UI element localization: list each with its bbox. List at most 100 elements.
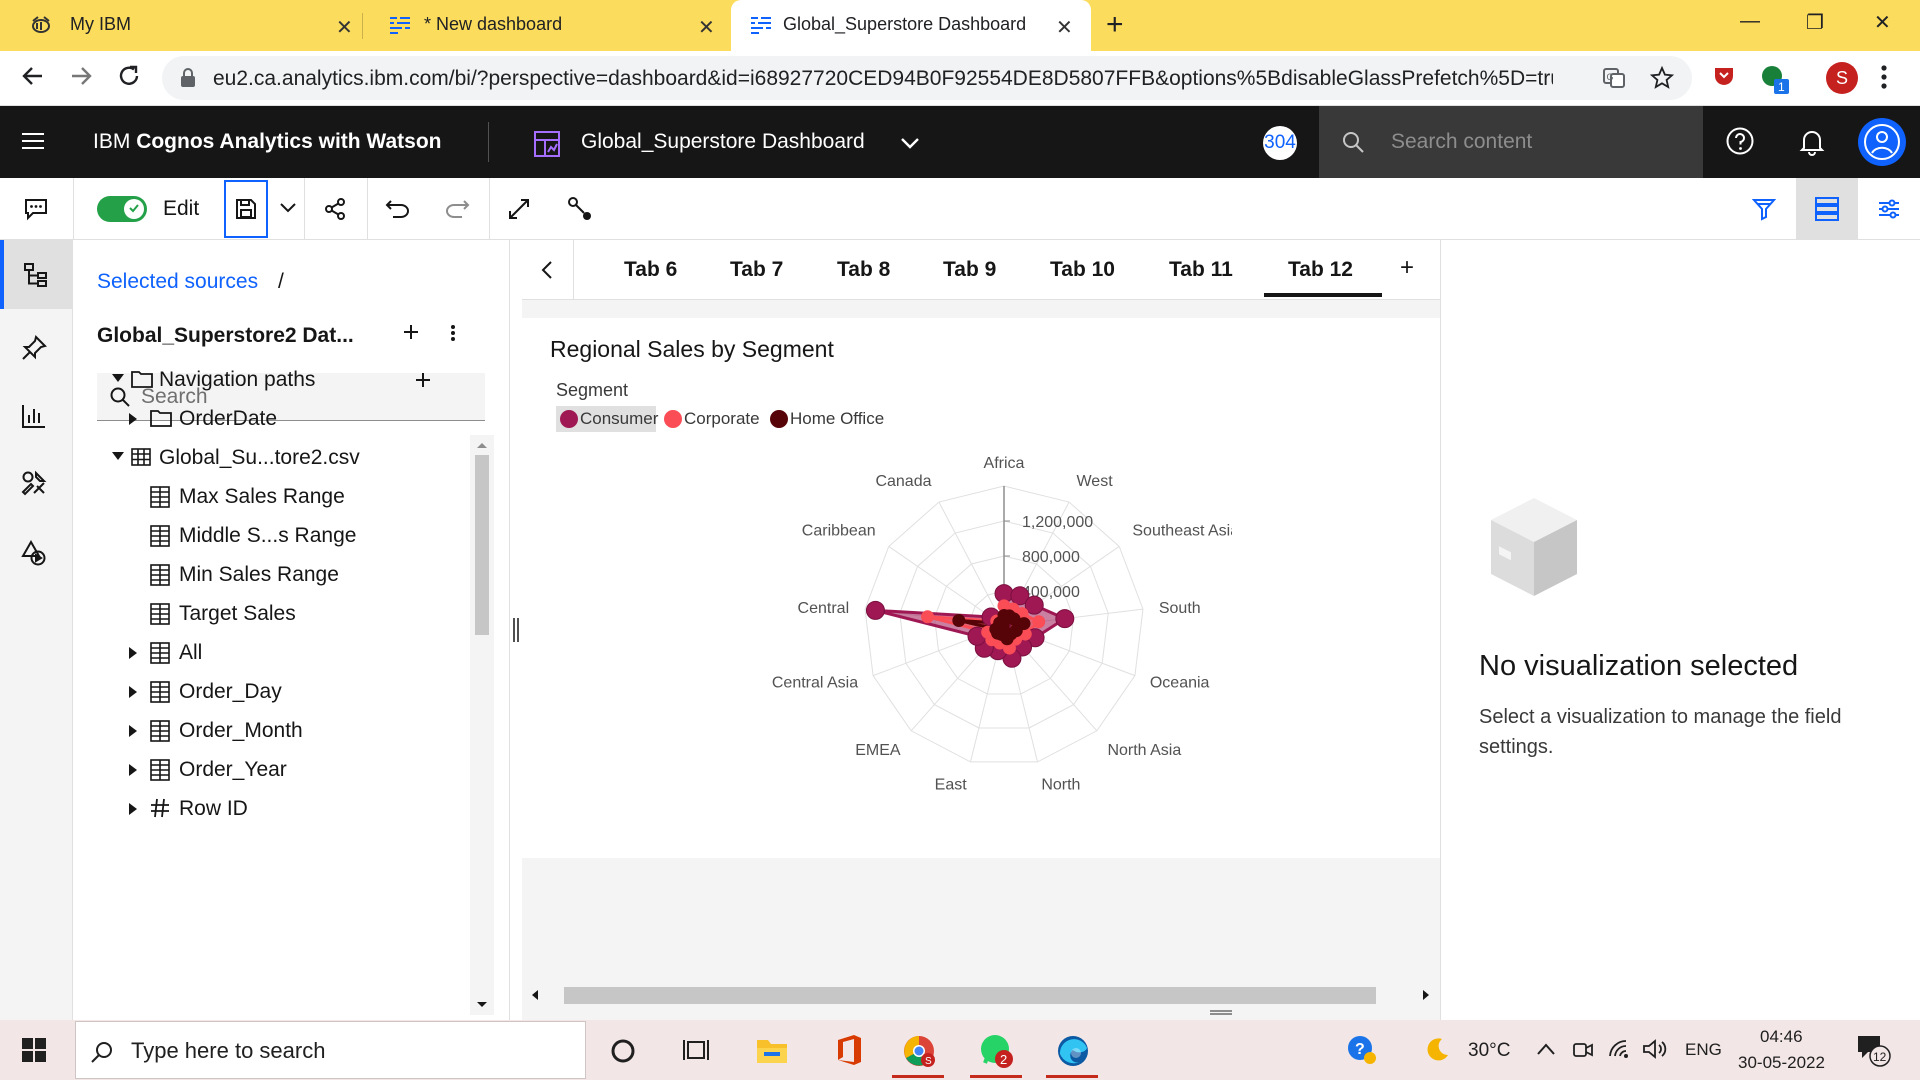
temperature-label[interactable]: 30°C [1468, 1040, 1510, 1062]
tree-item[interactable]: Middle S...s Range [73, 518, 463, 554]
tree-item[interactable]: Global_Su...tore2.csv [73, 440, 463, 476]
tree-scrollbar[interactable] [470, 435, 494, 1015]
radar-chart[interactable]: 400,000800,0001,200,000AfricaWestSouthea… [732, 418, 1232, 838]
wifi-icon[interactable] [1608, 1038, 1632, 1060]
redo-icon[interactable] [444, 199, 470, 219]
reload-icon[interactable] [116, 63, 142, 89]
save-options-chevron-icon[interactable] [279, 202, 297, 214]
close-tab-icon[interactable]: ✕ [1056, 15, 1073, 40]
tree-item[interactable]: Max Sales Range [73, 479, 463, 515]
url-text[interactable]: eu2.ca.analytics.ibm.com/bi/?perspective… [213, 67, 1553, 91]
navigate-path-icon[interactable] [567, 196, 593, 222]
lock-icon[interactable] [180, 68, 196, 88]
tree-item[interactable]: Target Sales [73, 596, 463, 632]
share-icon[interactable] [323, 197, 347, 221]
overflow-menu-icon[interactable] [450, 324, 456, 342]
minimize-icon[interactable]: — [1740, 10, 1760, 33]
help-tray-icon[interactable]: ? [1346, 1034, 1378, 1066]
file-explorer-app[interactable] [744, 1030, 800, 1078]
caret-right-icon[interactable] [128, 685, 138, 699]
add-source-icon[interactable] [403, 324, 419, 340]
close-tab-icon[interactable]: ✕ [336, 15, 353, 40]
tab-7[interactable]: Tab 7 [730, 258, 783, 282]
weather-moon-icon[interactable] [1424, 1036, 1450, 1062]
tab-11[interactable]: Tab 11 [1169, 258, 1233, 282]
caret-down-icon[interactable] [111, 451, 125, 461]
cortana-icon[interactable] [610, 1038, 636, 1064]
user-avatar[interactable] [1858, 118, 1906, 166]
chart-title[interactable]: Regional Sales by Segment [550, 336, 834, 363]
save-button[interactable] [224, 180, 268, 238]
tree-scroll-thumb[interactable] [475, 455, 489, 635]
clock-time[interactable]: 04:46 [1760, 1027, 1803, 1047]
widgets-tools-icon[interactable] [21, 470, 47, 496]
tree-item[interactable]: Navigation paths [73, 362, 463, 398]
clock-date[interactable]: 30-05-2022 [1738, 1053, 1825, 1073]
bottom-resize-grip-icon[interactable] [1210, 1010, 1232, 1015]
caret-down-icon[interactable] [111, 373, 125, 383]
panel-resize-handle[interactable] [513, 618, 519, 642]
tab-8[interactable]: Tab 8 [837, 258, 890, 282]
caret-right-icon[interactable] [128, 724, 138, 738]
browser-tab-my-ibm[interactable]: My IBM ✕ [0, 0, 360, 51]
meet-now-icon[interactable] [1572, 1038, 1594, 1062]
comment-icon[interactable] [24, 197, 48, 221]
notification-count-badge[interactable]: 304 [1263, 126, 1297, 160]
undo-icon[interactable] [385, 199, 411, 219]
action-center-icon[interactable]: 12 [1856, 1034, 1896, 1068]
source-name[interactable]: Global_Superstore2 Dat... [97, 324, 354, 348]
add-navigation-path-icon[interactable] [415, 372, 431, 388]
filter-icon[interactable] [1752, 197, 1776, 221]
taskbar-search-input[interactable] [131, 1036, 551, 1066]
visualizations-icon[interactable] [21, 403, 47, 429]
properties-sliders-icon[interactable] [1877, 197, 1901, 221]
tab-6[interactable]: Tab 6 [624, 258, 677, 282]
canvas-scroll-thumb[interactable] [564, 987, 1376, 1004]
close-tab-icon[interactable]: ✕ [698, 15, 715, 40]
close-window-icon[interactable]: ✕ [1874, 10, 1891, 35]
profile-avatar[interactable]: S [1826, 62, 1858, 94]
caret-right-icon[interactable] [128, 412, 138, 426]
canvas-horizontal-scrollbar[interactable] [522, 982, 1440, 1010]
sources-tab-button[interactable] [0, 240, 73, 309]
bookmark-star-icon[interactable] [1650, 66, 1674, 90]
content-search[interactable]: Search content [1319, 106, 1703, 178]
back-icon[interactable] [20, 63, 46, 89]
chrome-app[interactable]: S [890, 1030, 946, 1078]
shield-extension-icon[interactable] [1712, 64, 1736, 88]
new-tab-button[interactable]: + [1106, 8, 1124, 42]
tree-item[interactable]: Order_Day [73, 674, 463, 710]
browser-tab-new-dashboard[interactable]: * New dashboard ✕ [364, 0, 726, 51]
hamburger-menu-icon[interactable] [22, 132, 44, 150]
windows-start-icon[interactable] [22, 1038, 46, 1062]
tabs-scroll-left-button[interactable] [522, 240, 574, 300]
radar-chart-widget[interactable]: Regional Sales by Segment Segment Consum… [522, 318, 1440, 858]
help-icon[interactable] [1725, 126, 1755, 156]
product-name[interactable]: IBM Cognos Analytics with Watson [93, 130, 441, 154]
caret-right-icon[interactable] [128, 646, 138, 660]
fullscreen-icon[interactable] [507, 197, 531, 221]
edit-mode-toggle[interactable] [97, 196, 147, 222]
caret-right-icon[interactable] [128, 763, 138, 777]
add-tab-button[interactable]: + [1400, 254, 1414, 282]
dashboard-title[interactable]: Global_Superstore Dashboard [581, 130, 865, 154]
restore-icon[interactable]: ❐ [1806, 10, 1824, 35]
task-view-icon[interactable] [682, 1036, 710, 1064]
caret-right-icon[interactable] [128, 802, 138, 816]
browser-tab-global-superstore[interactable]: Global_Superstore Dashboard ✕ [731, 0, 1091, 51]
extension-icon[interactable]: 1 [1760, 64, 1790, 94]
notifications-bell-icon[interactable] [1797, 126, 1827, 156]
tree-item[interactable]: Order_Month [73, 713, 463, 749]
forward-icon[interactable] [68, 63, 94, 89]
translate-icon[interactable]: G [1602, 66, 1626, 90]
tab-12[interactable]: Tab 12 [1288, 258, 1353, 282]
whatsapp-app[interactable]: 2 [968, 1030, 1024, 1078]
breadcrumb-selected-sources[interactable]: Selected sources [97, 270, 258, 294]
office-app[interactable] [820, 1030, 876, 1078]
tray-chevron-up-icon[interactable] [1536, 1042, 1556, 1056]
tree-item[interactable]: Min Sales Range [73, 557, 463, 593]
pin-icon[interactable] [21, 335, 47, 361]
chevron-down-icon[interactable] [900, 136, 920, 150]
tab-9[interactable]: Tab 9 [943, 258, 996, 282]
tree-item[interactable]: Order_Year [73, 752, 463, 788]
